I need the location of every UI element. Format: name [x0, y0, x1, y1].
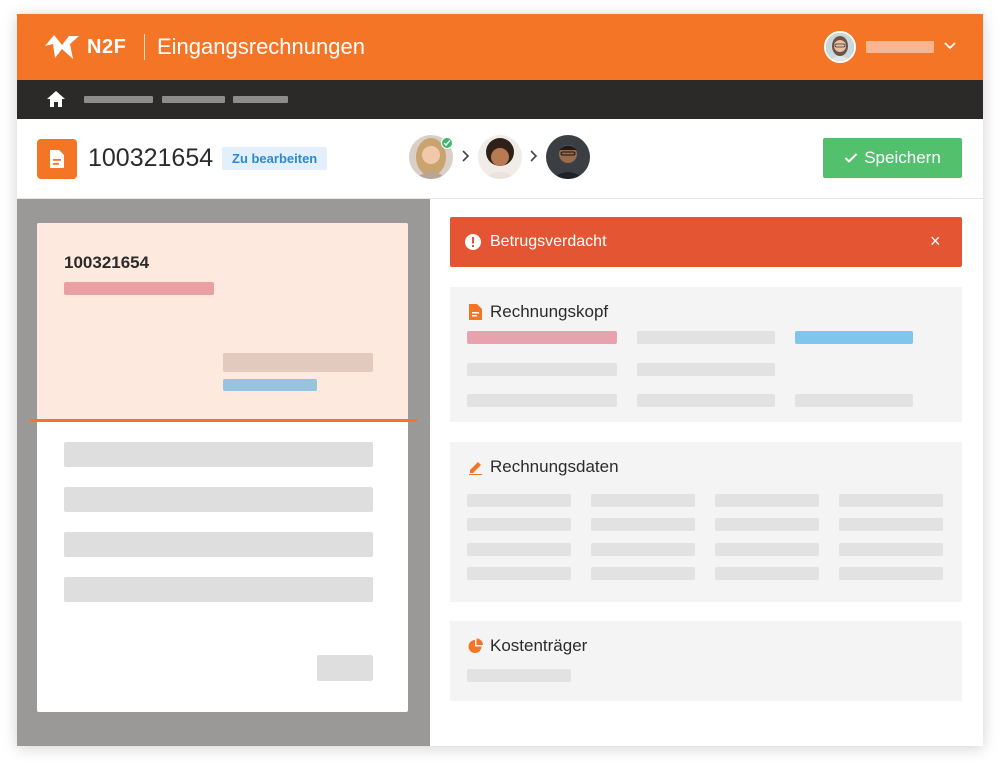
- form-field[interactable]: [839, 543, 943, 556]
- breadcrumb-item[interactable]: [233, 96, 288, 103]
- app-window: N2F Eingangsrechnungen 100321654 Zu bear…: [17, 14, 983, 746]
- user-name-placeholder[interactable]: [866, 41, 934, 53]
- form-field[interactable]: [637, 394, 775, 407]
- form-field[interactable]: [591, 543, 695, 556]
- title-divider: [144, 34, 145, 60]
- brand-logo[interactable]: N2F: [43, 31, 133, 63]
- checkmark-icon: [845, 153, 858, 163]
- approver-avatar-2[interactable]: [478, 135, 522, 179]
- top-bar: N2F Eingangsrechnungen: [17, 14, 983, 80]
- form-field[interactable]: [467, 394, 617, 407]
- user-photo-icon: [826, 33, 854, 61]
- approved-check-icon: [441, 137, 453, 149]
- form-field[interactable]: [795, 331, 913, 344]
- document-icon: [469, 304, 482, 320]
- preview-document-number: 100321654: [64, 253, 150, 272]
- invoice-data-section: Rechnungsdaten: [450, 442, 962, 602]
- preview-total-box: [317, 655, 373, 681]
- document-type-badge: [37, 139, 77, 179]
- breadcrumb-item[interactable]: [84, 96, 153, 103]
- status-badge: Zu bearbeiten: [222, 147, 328, 170]
- form-field[interactable]: [591, 518, 695, 531]
- pencil-icon: [469, 462, 482, 475]
- pie-chart-icon: [468, 638, 483, 653]
- person-photo-icon: [546, 135, 590, 179]
- preview-highlight-line: [30, 419, 417, 422]
- bird-logo-icon: [45, 35, 79, 59]
- section-title: Rechnungskopf: [490, 302, 609, 321]
- document-icon: [50, 150, 64, 168]
- form-field[interactable]: [637, 331, 775, 344]
- preview-text-line: [223, 353, 373, 372]
- document-header: 100321654 Zu bearbeiten Speichern: [17, 119, 983, 199]
- approver-avatar-3[interactable]: [546, 135, 590, 179]
- chevron-right-icon: [530, 150, 538, 162]
- form-field[interactable]: [715, 494, 819, 507]
- form-field[interactable]: [467, 331, 617, 344]
- form-field[interactable]: [839, 518, 943, 531]
- preview-text-line: [223, 379, 317, 391]
- form-field[interactable]: [467, 494, 571, 507]
- save-button-label: Speichern: [864, 148, 941, 167]
- close-icon[interactable]: ×: [930, 231, 941, 251]
- form-field[interactable]: [839, 567, 943, 580]
- section-title: Kostenträger: [490, 636, 588, 655]
- form-field[interactable]: [715, 567, 819, 580]
- preview-text-line: [64, 577, 373, 602]
- form-field[interactable]: [467, 363, 617, 376]
- brand-name: N2F: [87, 35, 127, 58]
- warning-icon: [465, 234, 481, 250]
- form-field[interactable]: [637, 363, 775, 376]
- preview-text-line: [64, 442, 373, 467]
- document-number: 100321654: [88, 144, 214, 172]
- form-field[interactable]: [715, 518, 819, 531]
- preview-text-line: [64, 282, 214, 295]
- chevron-down-icon[interactable]: [943, 38, 957, 52]
- fraud-alert: Betrugsverdacht ×: [450, 217, 962, 267]
- invoice-header-section: Rechnungskopf: [450, 287, 962, 422]
- user-avatar[interactable]: [824, 31, 856, 63]
- form-field[interactable]: [467, 543, 571, 556]
- form-field[interactable]: [467, 567, 571, 580]
- form-field[interactable]: [839, 494, 943, 507]
- save-button[interactable]: Speichern: [823, 138, 962, 178]
- form-field[interactable]: [715, 543, 819, 556]
- breadcrumb-bar: [17, 80, 983, 119]
- invoice-form-pane: Betrugsverdacht × Rechnungskopf Rechnung…: [430, 199, 983, 746]
- app-title: Eingangsrechnungen: [157, 34, 365, 59]
- preview-text-line: [64, 532, 373, 557]
- preview-text-line: [64, 487, 373, 512]
- form-field[interactable]: [467, 518, 571, 531]
- breadcrumb-item[interactable]: [162, 96, 225, 103]
- cost-center-section: Kostenträger: [450, 621, 962, 701]
- form-field[interactable]: [591, 567, 695, 580]
- alert-message: Betrugsverdacht: [490, 233, 607, 250]
- form-field[interactable]: [467, 669, 571, 682]
- chevron-right-icon: [462, 150, 470, 162]
- home-icon[interactable]: [46, 89, 66, 109]
- document-preview-pane: 100321654: [17, 199, 430, 746]
- form-field[interactable]: [795, 394, 913, 407]
- section-title: Rechnungsdaten: [490, 457, 619, 476]
- document-preview[interactable]: 100321654: [37, 223, 408, 712]
- person-photo-icon: [478, 135, 522, 179]
- form-field[interactable]: [591, 494, 695, 507]
